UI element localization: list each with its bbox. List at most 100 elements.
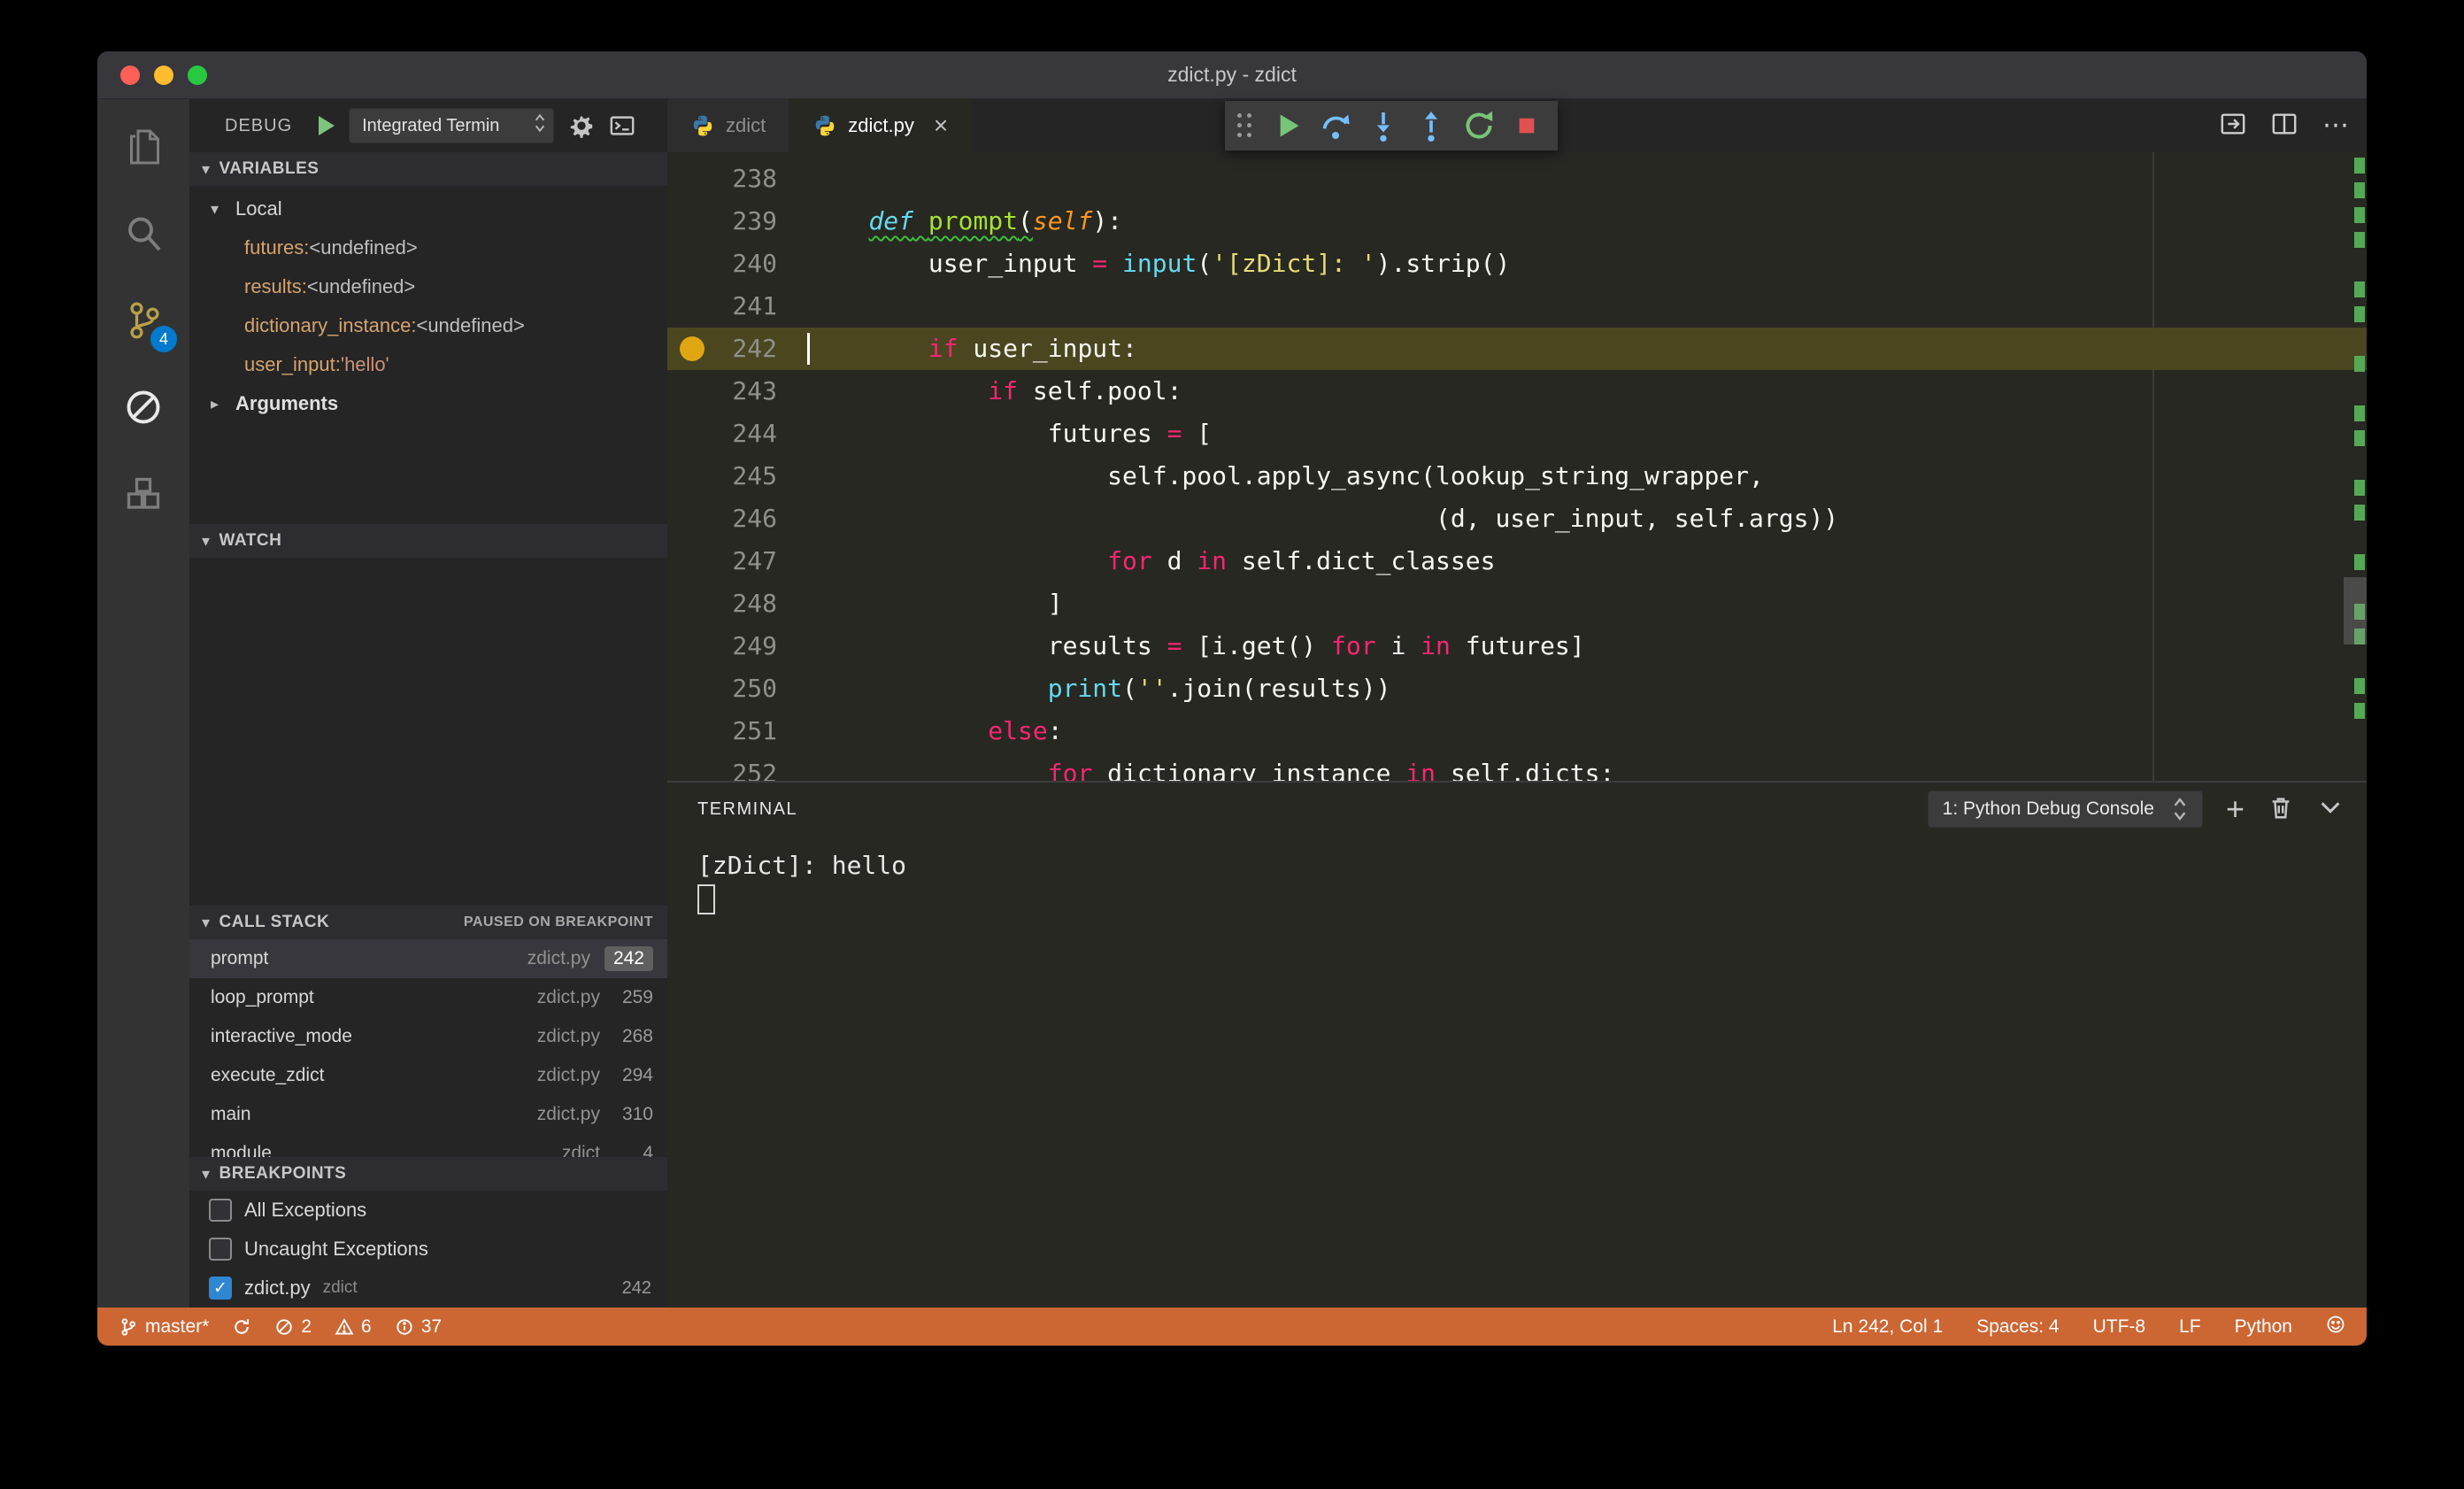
configure-gear-icon[interactable] <box>568 112 595 139</box>
editor-gutter[interactable]: 245 <box>667 455 809 498</box>
new-terminal-icon[interactable]: + <box>2226 793 2245 825</box>
breakpoint-checkbox[interactable] <box>209 1199 232 1222</box>
breakpoint-checkbox[interactable]: ✓ <box>209 1277 232 1300</box>
call-stack-frame[interactable]: promptzdict.py242 <box>189 939 667 978</box>
language-mode[interactable]: Python <box>2235 1316 2292 1338</box>
editor-gutter[interactable]: 247 <box>667 540 809 582</box>
editor-gutter[interactable]: 241 <box>667 285 809 328</box>
call-stack-frame[interactable]: mainzdict.py310 <box>189 1095 667 1134</box>
eol-sequence[interactable]: LF <box>2179 1316 2201 1338</box>
editor-gutter[interactable]: 244 <box>667 413 809 455</box>
explorer-icon[interactable] <box>110 113 177 181</box>
editor-gutter[interactable]: 250 <box>667 667 809 710</box>
zoom-window-button[interactable] <box>188 66 207 85</box>
open-changes-icon[interactable] <box>2220 111 2246 142</box>
breakpoint-row[interactable]: Uncaught Exceptions <box>189 1230 667 1269</box>
more-actions-icon[interactable]: ⋯ <box>2322 112 2349 139</box>
call-stack-section-header[interactable]: ▾ CALL STACK PAUSED ON BREAKPOINT <box>189 906 667 939</box>
watch-section-header[interactable]: ▾ WATCH <box>189 524 667 558</box>
encoding[interactable]: UTF-8 <box>2093 1316 2146 1338</box>
tab-zdict-py[interactable]: zdict.py × <box>789 99 972 152</box>
call-stack-frame[interactable]: execute_zdictzdict.py294 <box>189 1056 667 1095</box>
step-into-button[interactable] <box>1361 104 1405 148</box>
call-stack-frame[interactable]: loop_promptzdict.py259 <box>189 978 667 1017</box>
collapse-panel-icon[interactable] <box>2317 794 2344 825</box>
code-line-252[interactable]: 252 for dictionary_instance in self.dict… <box>667 752 2367 781</box>
code-line-243[interactable]: 243 if self.pool: <box>667 370 2367 413</box>
editor-gutter[interactable]: 242 <box>667 328 809 370</box>
editor-gutter[interactable]: 251 <box>667 710 809 752</box>
feedback-smiley-icon[interactable] <box>2326 1315 2345 1339</box>
debug-console-icon[interactable] <box>609 112 635 139</box>
editor-gutter[interactable]: 238 <box>667 158 809 200</box>
debug-icon[interactable] <box>110 374 177 441</box>
title-bar[interactable]: zdict.py - zdict <box>97 51 2367 99</box>
panel-tab-terminal[interactable]: TERMINAL <box>697 799 797 820</box>
variable-row[interactable]: results: <undefined> <box>189 267 667 306</box>
extensions-icon[interactable] <box>110 460 177 528</box>
breakpoint-row[interactable]: All Exceptions <box>189 1191 667 1230</box>
continue-button[interactable] <box>1266 104 1310 148</box>
code-line-245[interactable]: 245 self.pool.apply_async(lookup_string_… <box>667 455 2367 498</box>
info-count[interactable]: 37 <box>395 1316 442 1338</box>
variable-row[interactable]: futures: <undefined> <box>189 228 667 267</box>
variable-row[interactable]: dictionary_instance: <undefined> <box>189 306 667 345</box>
kill-terminal-icon[interactable] <box>2268 794 2294 825</box>
step-over-button[interactable] <box>1313 104 1358 148</box>
frame-line-number: 268 <box>614 1026 653 1047</box>
editor-gutter[interactable]: 249 <box>667 625 809 667</box>
error-count[interactable]: 2 <box>274 1316 312 1338</box>
breakpoint-row[interactable]: ✓zdict.pyzdict242 <box>189 1269 667 1308</box>
editor-gutter[interactable]: 248 <box>667 582 809 625</box>
sync-status[interactable] <box>232 1317 251 1337</box>
overview-ruler[interactable] <box>2344 152 2367 781</box>
editor-gutter[interactable]: 243 <box>667 370 809 413</box>
source-control-icon[interactable]: 4 <box>110 287 177 354</box>
code-line-250[interactable]: 250 print(''.join(results)) <box>667 667 2367 710</box>
cursor-position[interactable]: Ln 242, Col 1 <box>1832 1316 1943 1338</box>
code-line-244[interactable]: 244 futures = [ <box>667 413 2367 455</box>
code-line-248[interactable]: 248 ] <box>667 582 2367 625</box>
editor-gutter[interactable]: 246 <box>667 498 809 540</box>
editor-gutter[interactable]: 240 <box>667 243 809 285</box>
code-line-239[interactable]: 239 def prompt(self): <box>667 200 2367 243</box>
breakpoints-section-header[interactable]: ▾ BREAKPOINTS <box>189 1157 667 1191</box>
call-stack-frame[interactable]: interactive_modezdict.py268 <box>189 1017 667 1056</box>
code-editor[interactable]: 238239 def prompt(self):240 user_input =… <box>667 152 2367 781</box>
editor-gutter[interactable]: 252 <box>667 752 809 781</box>
editor-gutter[interactable]: 239 <box>667 200 809 243</box>
debug-config-select[interactable]: Integrated Termin <box>349 108 554 143</box>
close-window-button[interactable] <box>120 66 140 85</box>
code-line-241[interactable]: 241 <box>667 285 2367 328</box>
code-line-246[interactable]: 246 (d, user_input, self.args)) <box>667 498 2367 540</box>
code-line-240[interactable]: 240 user_input = input('[zDict]: ').stri… <box>667 243 2367 285</box>
scope-local-row[interactable]: ▾ Local <box>189 189 667 228</box>
start-debug-icon[interactable] <box>319 116 335 135</box>
minimize-window-button[interactable] <box>154 66 173 85</box>
terminal-instance-select[interactable]: 1: Python Debug Console <box>1928 791 2203 828</box>
search-icon[interactable] <box>110 200 177 267</box>
terminal-output[interactable]: [zDict]: hello <box>667 836 2367 919</box>
toolbar-drag-handle[interactable] <box>1237 113 1253 139</box>
tab-zdict[interactable]: zdict <box>667 99 789 152</box>
split-editor-icon[interactable] <box>2271 111 2298 142</box>
vertical-scrollbar[interactable] <box>2344 577 2367 644</box>
step-out-button[interactable] <box>1409 104 1453 148</box>
call-stack-frame[interactable]: modulezdict4 <box>189 1134 667 1157</box>
code-line-247[interactable]: 247 for d in self.dict_classes <box>667 540 2367 582</box>
warning-count[interactable]: 6 <box>335 1316 372 1338</box>
code-line-251[interactable]: 251 else: <box>667 710 2367 752</box>
git-branch-status[interactable]: master* <box>119 1316 209 1338</box>
code-line-242[interactable]: 242 if user_input: <box>667 328 2367 370</box>
variables-section-header[interactable]: ▾ VARIABLES <box>189 152 667 186</box>
stop-button[interactable] <box>1505 104 1549 148</box>
breakpoint-checkbox[interactable] <box>209 1238 232 1261</box>
close-tab-icon[interactable]: × <box>934 113 948 138</box>
breakpoint-dot[interactable] <box>680 336 705 361</box>
variable-row[interactable]: user_input: 'hello' <box>189 345 667 384</box>
indentation[interactable]: Spaces: 4 <box>1976 1316 2059 1338</box>
code-line-238[interactable]: 238 <box>667 158 2367 200</box>
code-line-249[interactable]: 249 results = [i.get() for i in futures] <box>667 625 2367 667</box>
restart-button[interactable] <box>1457 104 1501 148</box>
scope-arguments-row[interactable]: ▸ Arguments <box>189 384 667 423</box>
